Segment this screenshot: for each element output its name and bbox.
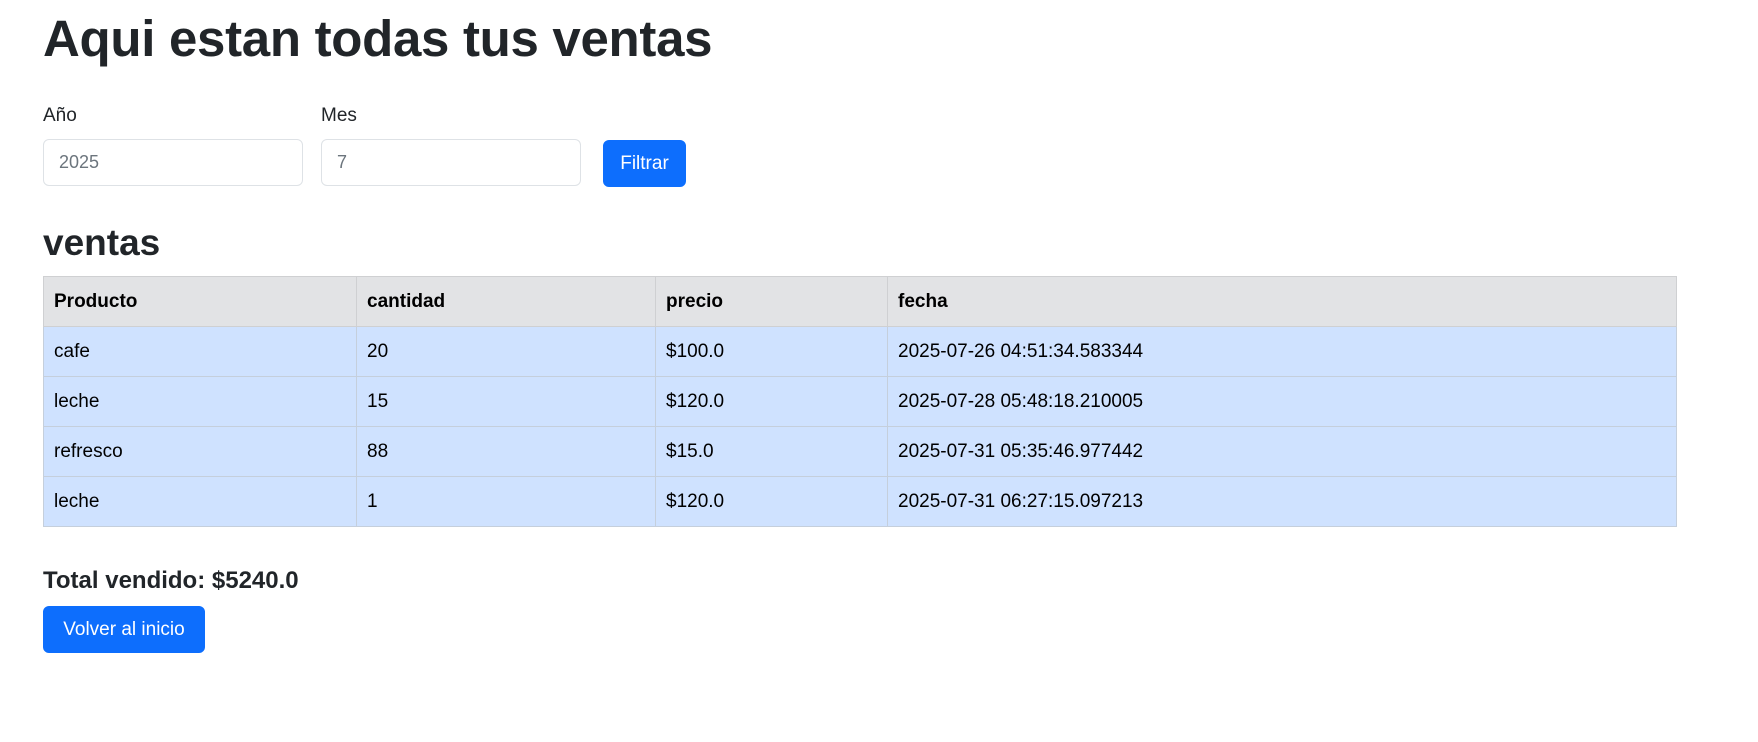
sales-section-title: ventas [43, 222, 161, 263]
month-input[interactable] [321, 139, 581, 186]
table-row: refresco 88 $15.0 2025-07-31 05:35:46.97… [43, 426, 1677, 477]
month-label: Mes [321, 105, 357, 126]
table-header-row: Producto cantidad precio fecha [43, 276, 1677, 327]
cell-cantidad: 1 [356, 476, 656, 527]
cell-fecha: 2025-07-31 06:27:15.097213 [887, 476, 1677, 527]
cell-precio: $120.0 [655, 476, 888, 527]
cell-fecha: 2025-07-31 05:35:46.977442 [887, 426, 1677, 477]
column-header-producto: Producto [43, 276, 357, 327]
cell-fecha: 2025-07-26 04:51:34.583344 [887, 326, 1677, 377]
year-field-group: Año [43, 102, 303, 186]
filter-button[interactable]: Filtrar [603, 140, 686, 187]
column-header-fecha: fecha [887, 276, 1677, 327]
cell-producto: leche [43, 476, 357, 527]
cell-precio: $120.0 [655, 376, 888, 427]
back-home-button[interactable]: Volver al inicio [43, 606, 205, 653]
cell-fecha: 2025-07-28 05:48:18.210005 [887, 376, 1677, 427]
cell-cantidad: 88 [356, 426, 656, 477]
cell-precio: $100.0 [655, 326, 888, 377]
table-row: cafe 20 $100.0 2025-07-26 04:51:34.58334… [43, 326, 1677, 377]
column-header-cantidad: cantidad [356, 276, 656, 327]
sales-page: Aqui estan todas tus ventas Año Mes Filt… [0, 0, 1758, 742]
total-sold-text: Total vendido: $5240.0 [43, 567, 299, 594]
month-field-group: Mes [321, 102, 581, 186]
cell-producto: leche [43, 376, 357, 427]
cell-producto: refresco [43, 426, 357, 477]
column-header-precio: precio [655, 276, 888, 327]
table-row: leche 1 $120.0 2025-07-31 06:27:15.09721… [43, 476, 1677, 527]
page-title: Aqui estan todas tus ventas [43, 10, 713, 67]
cell-cantidad: 20 [356, 326, 656, 377]
table-row: leche 15 $120.0 2025-07-28 05:48:18.2100… [43, 376, 1677, 427]
sales-table: Producto cantidad precio fecha cafe 20 $… [43, 276, 1677, 527]
year-input[interactable] [43, 139, 303, 186]
cell-cantidad: 15 [356, 376, 656, 427]
cell-producto: cafe [43, 326, 357, 377]
year-label: Año [43, 105, 77, 126]
cell-precio: $15.0 [655, 426, 888, 477]
